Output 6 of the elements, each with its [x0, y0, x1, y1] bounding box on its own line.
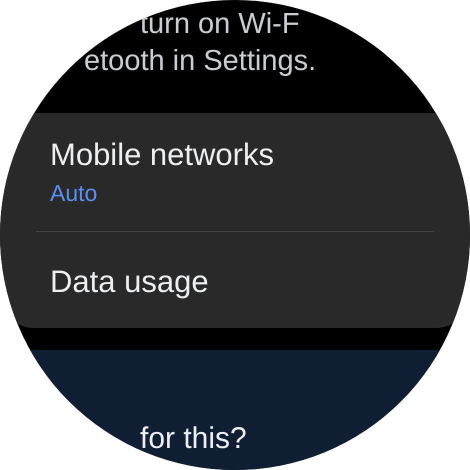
setting-title[interactable]: Mobile networks [50, 133, 420, 177]
intro-text: turn on Wi-F [140, 7, 301, 42]
intro-text: etooth in Settings. [84, 44, 318, 79]
setting-value: Auto [50, 179, 98, 208]
feedback-text: for this? [140, 422, 248, 456]
setting-title[interactable]: Data usage [50, 260, 420, 304]
